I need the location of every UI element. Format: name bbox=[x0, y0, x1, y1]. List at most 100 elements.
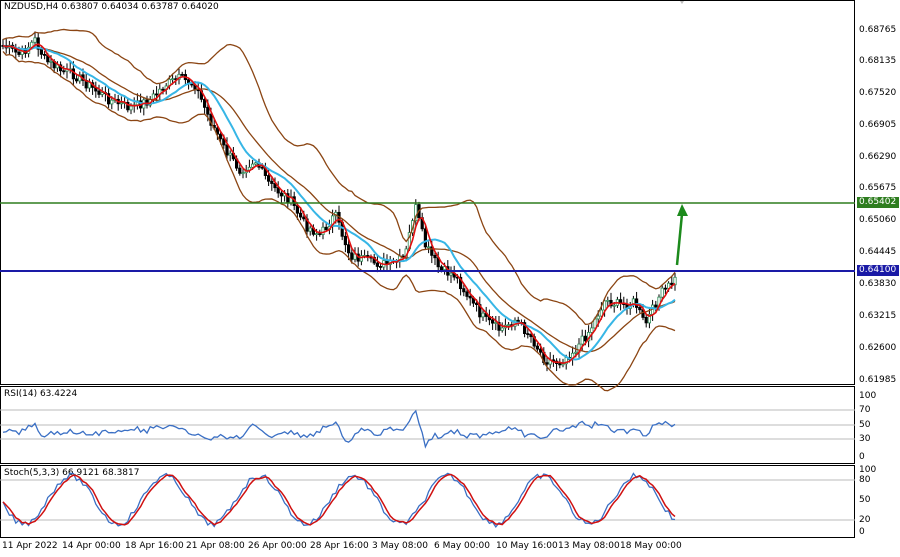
time-label: 21 Apr 08:00 bbox=[186, 541, 245, 551]
rsi-tick: 30 bbox=[859, 434, 871, 444]
time-label: 18 Apr 16:00 bbox=[125, 541, 184, 551]
rsi-line bbox=[2, 409, 676, 449]
candle-body bbox=[180, 73, 184, 76]
time-label: 11 Apr 2022 bbox=[2, 541, 58, 551]
candle-body bbox=[462, 288, 466, 293]
price-tick: 0.67520 bbox=[859, 88, 897, 98]
time-label: 18 May 00:00 bbox=[620, 541, 682, 551]
price-tick: 0.68765 bbox=[859, 25, 897, 35]
candle-body bbox=[129, 105, 133, 111]
candle-body bbox=[254, 162, 258, 165]
candle-body bbox=[228, 152, 232, 156]
rsi-tick: 100 bbox=[859, 391, 877, 401]
candle-body bbox=[119, 102, 123, 105]
candle-body bbox=[154, 93, 159, 96]
time-label: 10 May 16:00 bbox=[496, 541, 558, 551]
trading-chart-window: NZDUSD,H4 0.63807 0.64034 0.63787 0.6402… bbox=[0, 0, 900, 557]
candle-body bbox=[638, 307, 642, 311]
candle-body bbox=[350, 252, 354, 260]
candle-body bbox=[465, 291, 469, 297]
candle-body bbox=[250, 163, 255, 168]
candle-body bbox=[308, 227, 312, 232]
candle-body bbox=[506, 324, 511, 327]
candle-body bbox=[225, 144, 229, 156]
candle-body bbox=[43, 53, 47, 56]
blue-level-label: 0.64100 bbox=[857, 265, 899, 276]
candle-body bbox=[539, 348, 543, 353]
candle-body bbox=[75, 78, 79, 82]
candle-body bbox=[426, 246, 431, 249]
price-tick: 0.66290 bbox=[859, 152, 897, 162]
candle-body bbox=[260, 166, 264, 169]
candle-body bbox=[39, 48, 44, 55]
price-tick: 0.63830 bbox=[859, 279, 897, 289]
time-label: 13 May 08:00 bbox=[558, 541, 620, 551]
price-tick: 0.62600 bbox=[859, 343, 897, 353]
candle-body bbox=[644, 317, 648, 324]
candle-body bbox=[241, 172, 245, 175]
candle-body bbox=[612, 304, 616, 307]
stoch-tick: 80 bbox=[859, 475, 871, 485]
up-arrow-shaft bbox=[675, 213, 684, 266]
candle-body bbox=[596, 315, 600, 320]
stoch-tick: 20 bbox=[859, 515, 871, 525]
candle-body bbox=[170, 78, 175, 81]
candle-body bbox=[423, 228, 428, 248]
candle-body bbox=[238, 167, 242, 174]
time-label: 6 May 00:00 bbox=[434, 541, 490, 551]
candle-body bbox=[266, 175, 271, 182]
candle-body bbox=[318, 233, 322, 236]
chart-canvas bbox=[0, 1, 855, 528]
candle-body bbox=[33, 37, 37, 43]
candle-body bbox=[490, 319, 495, 324]
candle-body bbox=[100, 92, 104, 95]
candle-body bbox=[302, 216, 306, 220]
candle-body bbox=[295, 205, 300, 214]
candle-body bbox=[110, 99, 114, 105]
candle-body bbox=[314, 233, 319, 236]
candle-body bbox=[663, 287, 668, 290]
candle-body bbox=[468, 295, 472, 299]
stoch-tick: 50 bbox=[859, 495, 871, 505]
candle-body bbox=[378, 266, 383, 268]
candle-body bbox=[606, 299, 610, 302]
candle-body bbox=[161, 88, 165, 91]
rsi-tick: 70 bbox=[859, 405, 871, 415]
rsi-tick: 0 bbox=[859, 452, 865, 462]
price-tick: 0.65675 bbox=[859, 183, 897, 193]
stoch-main-line bbox=[2, 472, 676, 528]
candle-body bbox=[526, 333, 530, 335]
candle-body bbox=[500, 327, 504, 331]
candle-body bbox=[660, 287, 664, 298]
candle-body bbox=[87, 82, 91, 89]
candle-body bbox=[439, 266, 444, 271]
candle-body bbox=[346, 244, 351, 254]
candle-body bbox=[71, 68, 75, 80]
rsi-tick: 50 bbox=[859, 420, 871, 430]
candle-body bbox=[583, 335, 588, 342]
price-tick: 0.63215 bbox=[859, 311, 897, 321]
candle-body bbox=[449, 272, 453, 276]
candle-body bbox=[494, 322, 498, 324]
price-tick: 0.68135 bbox=[859, 56, 897, 66]
candle-body bbox=[558, 363, 562, 366]
candle-body bbox=[270, 180, 274, 184]
candle-body bbox=[218, 133, 223, 140]
candle-body bbox=[375, 262, 380, 267]
candle-body bbox=[324, 226, 328, 231]
candle-body bbox=[49, 60, 53, 63]
price-tick: 0.61985 bbox=[859, 375, 897, 385]
price-tick: 0.65060 bbox=[859, 215, 897, 225]
candle-body bbox=[343, 235, 348, 246]
candle-body bbox=[535, 345, 540, 350]
candle-body bbox=[202, 98, 207, 108]
time-label: 28 Apr 16:00 bbox=[310, 541, 369, 551]
candle-body bbox=[481, 312, 485, 318]
green-level-label: 0.65402 bbox=[857, 197, 899, 208]
scroll-marker-icon bbox=[680, 1, 684, 4]
price-tick: 0.66905 bbox=[859, 120, 897, 130]
candle-body bbox=[580, 335, 584, 345]
time-label: 3 May 08:00 bbox=[372, 541, 428, 551]
candle-body bbox=[590, 327, 594, 333]
price-tick: 0.64445 bbox=[859, 247, 897, 257]
